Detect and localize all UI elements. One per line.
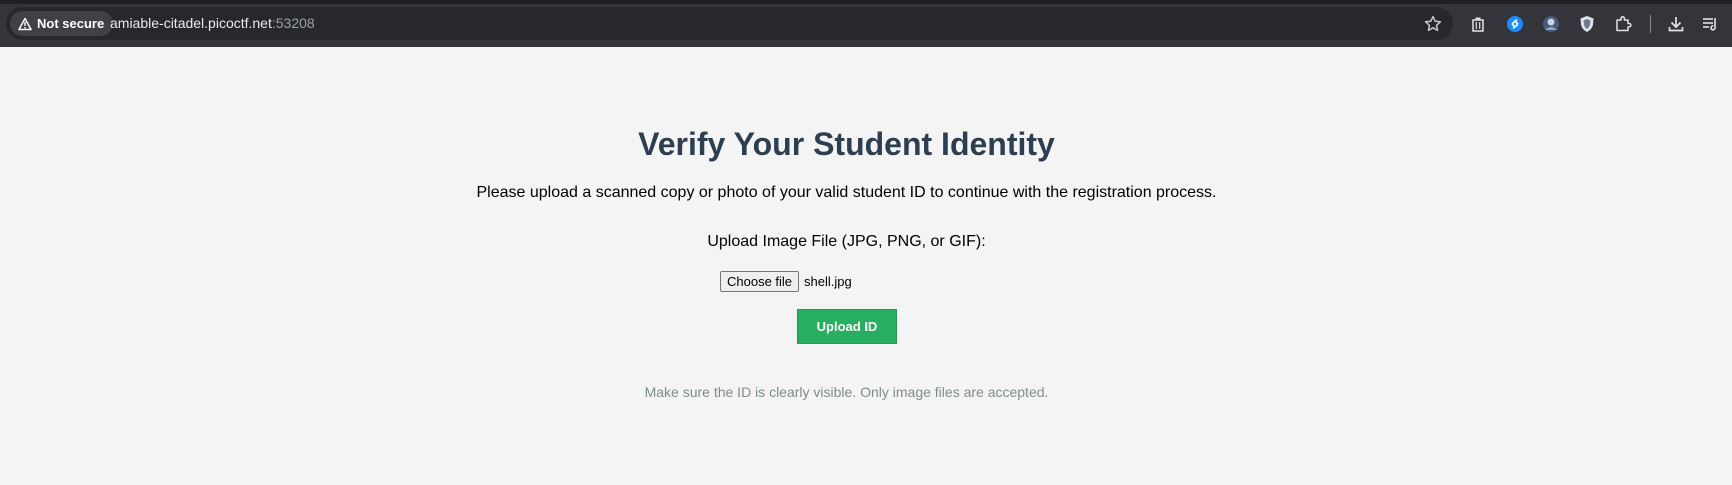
trash-icon[interactable] — [1467, 13, 1489, 35]
url-port: :53208 — [271, 15, 315, 31]
toolbar-separator — [1650, 15, 1651, 33]
tab-strip — [0, 0, 1732, 4]
shield-extension-icon[interactable] — [1576, 13, 1598, 35]
bookmark-star-icon[interactable] — [1423, 14, 1443, 34]
file-input[interactable]: Choose file shell.jpg — [720, 270, 852, 292]
url-text[interactable]: amiable-citadel.picoctf.net:53208 — [110, 15, 315, 31]
choose-file-button[interactable]: Choose file — [720, 270, 800, 292]
hint-text: Make sure the ID is clearly visible. Onl… — [644, 384, 1049, 400]
page-content: Verify Your Student Identity Please uplo… — [0, 47, 1732, 485]
media-queue-icon[interactable] — [1699, 13, 1721, 35]
selected-file-name: shell.jpg — [804, 273, 852, 289]
warning-icon — [18, 17, 32, 31]
upload-id-button[interactable]: Upload ID — [797, 309, 897, 344]
browser-toolbar: Not secure amiable-citadel.picoctf.net:5… — [0, 0, 1732, 47]
upload-label: Upload Image File (JPG, PNG, or GIF): — [707, 233, 986, 250]
url-host: amiable-citadel.picoctf.net — [110, 15, 272, 31]
shazam-icon[interactable] — [1504, 13, 1526, 35]
page-description: Please upload a scanned copy or photo of… — [476, 184, 1217, 201]
address-bar[interactable]: Not secure amiable-citadel.picoctf.net:5… — [6, 7, 1453, 40]
security-label: Not secure — [37, 16, 105, 31]
avatar-extension-icon[interactable] — [1540, 13, 1562, 35]
security-chip[interactable]: Not secure — [10, 11, 114, 36]
extensions-puzzle-icon[interactable] — [1612, 13, 1634, 35]
download-icon[interactable] — [1665, 13, 1687, 35]
page-title: Verify Your Student Identity — [638, 126, 1055, 162]
